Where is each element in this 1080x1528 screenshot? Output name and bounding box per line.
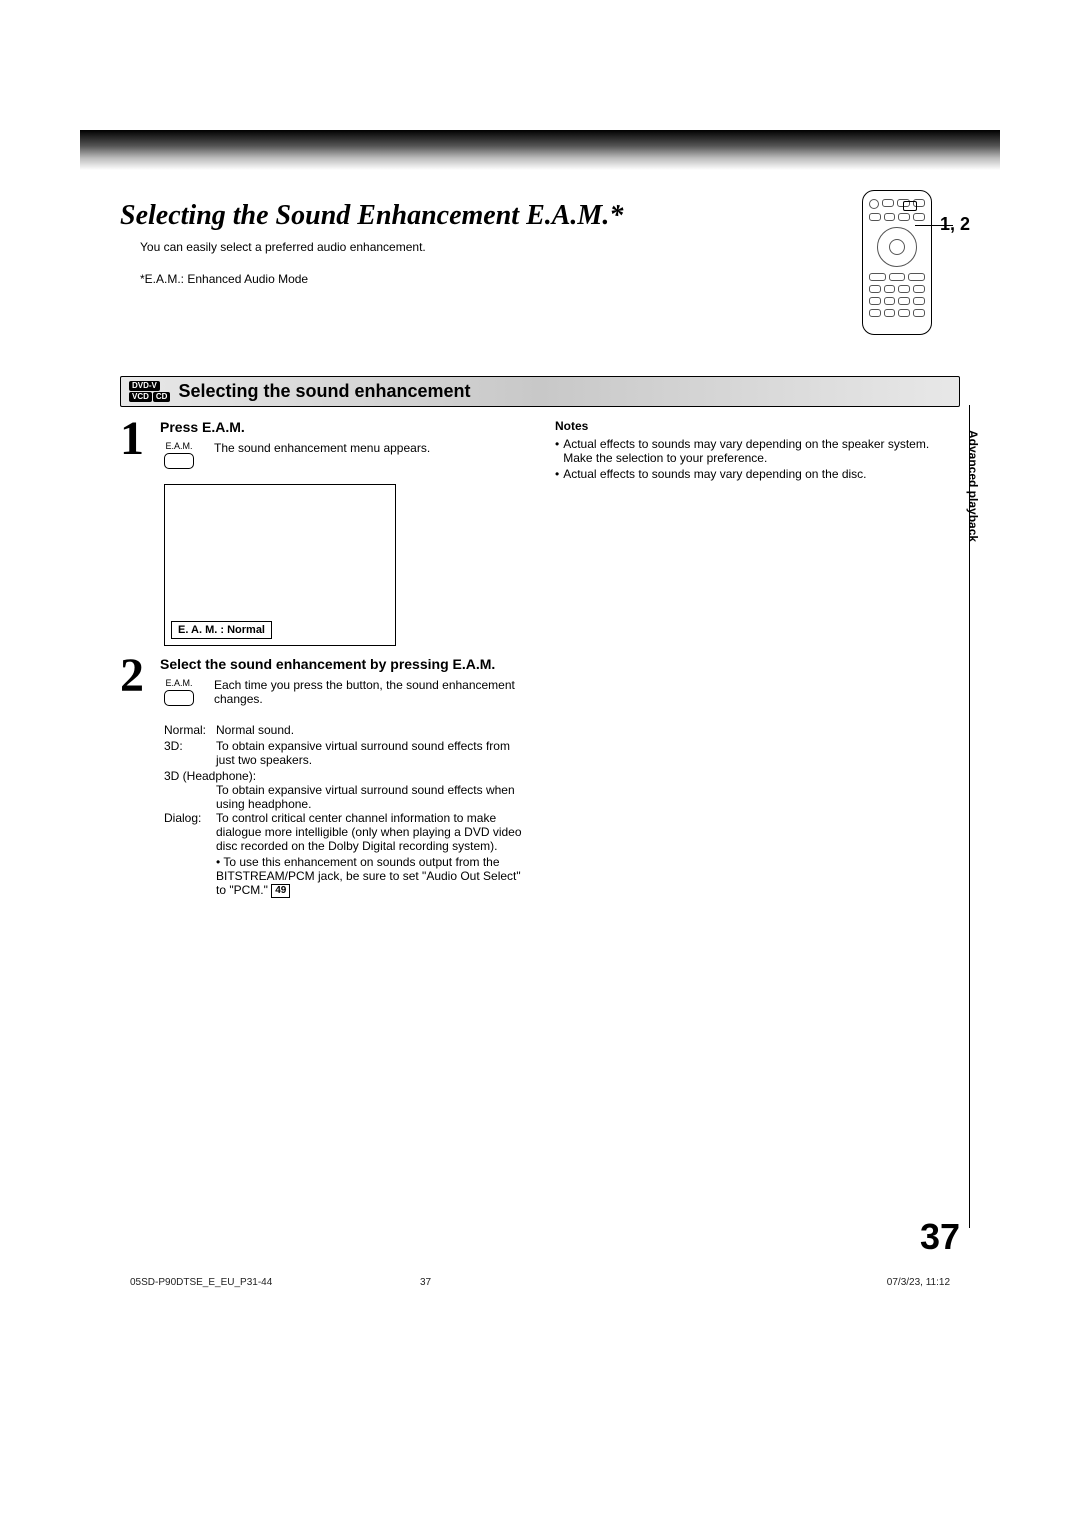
screen-osd-text: E. A. M. : Normal [171,621,272,639]
mode-dialog-desc: To control critical center channel infor… [216,811,525,853]
notes-title: Notes [555,419,960,433]
page-ref-49: 49 [271,884,290,898]
remote-diagram [862,190,932,335]
left-column: 1 Press E.A.M. E.A.M. The sound enhancem… [120,419,525,898]
mode-dialog-bullet: • To use this enhancement on sounds outp… [216,855,525,898]
intro-text: You can easily select a preferred audio … [140,240,960,254]
footer-left: 05SD-P90DTSE_E_EU_P31-44 [130,1277,272,1288]
right-column: Notes •Actual effects to sounds may vary… [555,419,960,898]
header-gradient [80,130,1000,170]
step-2-title: Select the sound enhancement by pressing… [160,656,525,672]
note-2: Actual effects to sounds may vary depend… [563,467,866,481]
step-1-title: Press E.A.M. [160,419,525,435]
page-number: 37 [920,1216,960,1258]
section-title: Selecting the sound enhancement [178,381,470,402]
step-1-desc: The sound enhancement menu appears. [214,441,525,455]
page-content: Selecting the Sound Enhancement E.A.M.* … [120,200,960,1328]
mode-3dhp-label: 3D (Headphone): [164,769,525,783]
step-2: 2 Select the sound enhancement by pressi… [120,656,525,709]
remote-callout: 1, 2 [862,190,970,335]
disc-tags: DVD-V VCD CD [129,381,170,402]
step-2-desc: Each time you press the button, the soun… [214,678,525,706]
eam-button-icon-2: E.A.M. [160,678,198,709]
intro-block: Selecting the Sound Enhancement E.A.M.* … [120,200,960,286]
remote-highlight [903,201,917,211]
mode-dialog-label: Dialog: [164,811,216,853]
intro-note: *E.A.M.: Enhanced Audio Mode [140,272,960,286]
mode-normal-desc: Normal sound. [216,723,525,737]
columns: 1 Press E.A.M. E.A.M. The sound enhancem… [120,419,960,898]
page-title: Selecting the Sound Enhancement E.A.M.* [120,200,623,232]
step-1: 1 Press E.A.M. E.A.M. The sound enhancem… [120,419,525,472]
screen-preview: E. A. M. : Normal [164,484,396,646]
remote-leader-line [915,225,953,226]
footer-right: 07/3/23, 11:12 [887,1277,950,1288]
step-2-number: 2 [120,656,154,709]
side-tab: Advanced playback [966,430,980,542]
notes-list: •Actual effects to sounds may vary depen… [555,437,960,481]
tag-dvdv: DVD-V [129,381,160,391]
header-row: Selecting the Sound Enhancement E.A.M.* … [120,200,960,286]
tag-vcd: VCD [129,392,152,402]
mode-dialog-bullet-text: • To use this enhancement on sounds outp… [216,855,521,897]
mode-3d-desc: To obtain expansive virtual surround sou… [216,739,525,767]
eam-button-icon: E.A.M. [160,441,198,472]
tag-cd: CD [153,392,171,402]
step-1-number: 1 [120,419,154,472]
footer-mid: 37 [420,1277,431,1288]
footer: 05SD-P90DTSE_E_EU_P31-44 37 07/3/23, 11:… [130,1277,950,1288]
mode-3d-label: 3D: [164,739,216,767]
note-1: Actual effects to sounds may vary depend… [563,437,960,465]
modes-list: Normal: Normal sound. 3D: To obtain expa… [164,723,525,898]
mode-normal-label: Normal: [164,723,216,737]
mode-3dhp-desc: To obtain expansive virtual surround sou… [216,783,525,811]
section-bar: DVD-V VCD CD Selecting the sound enhance… [120,376,960,407]
